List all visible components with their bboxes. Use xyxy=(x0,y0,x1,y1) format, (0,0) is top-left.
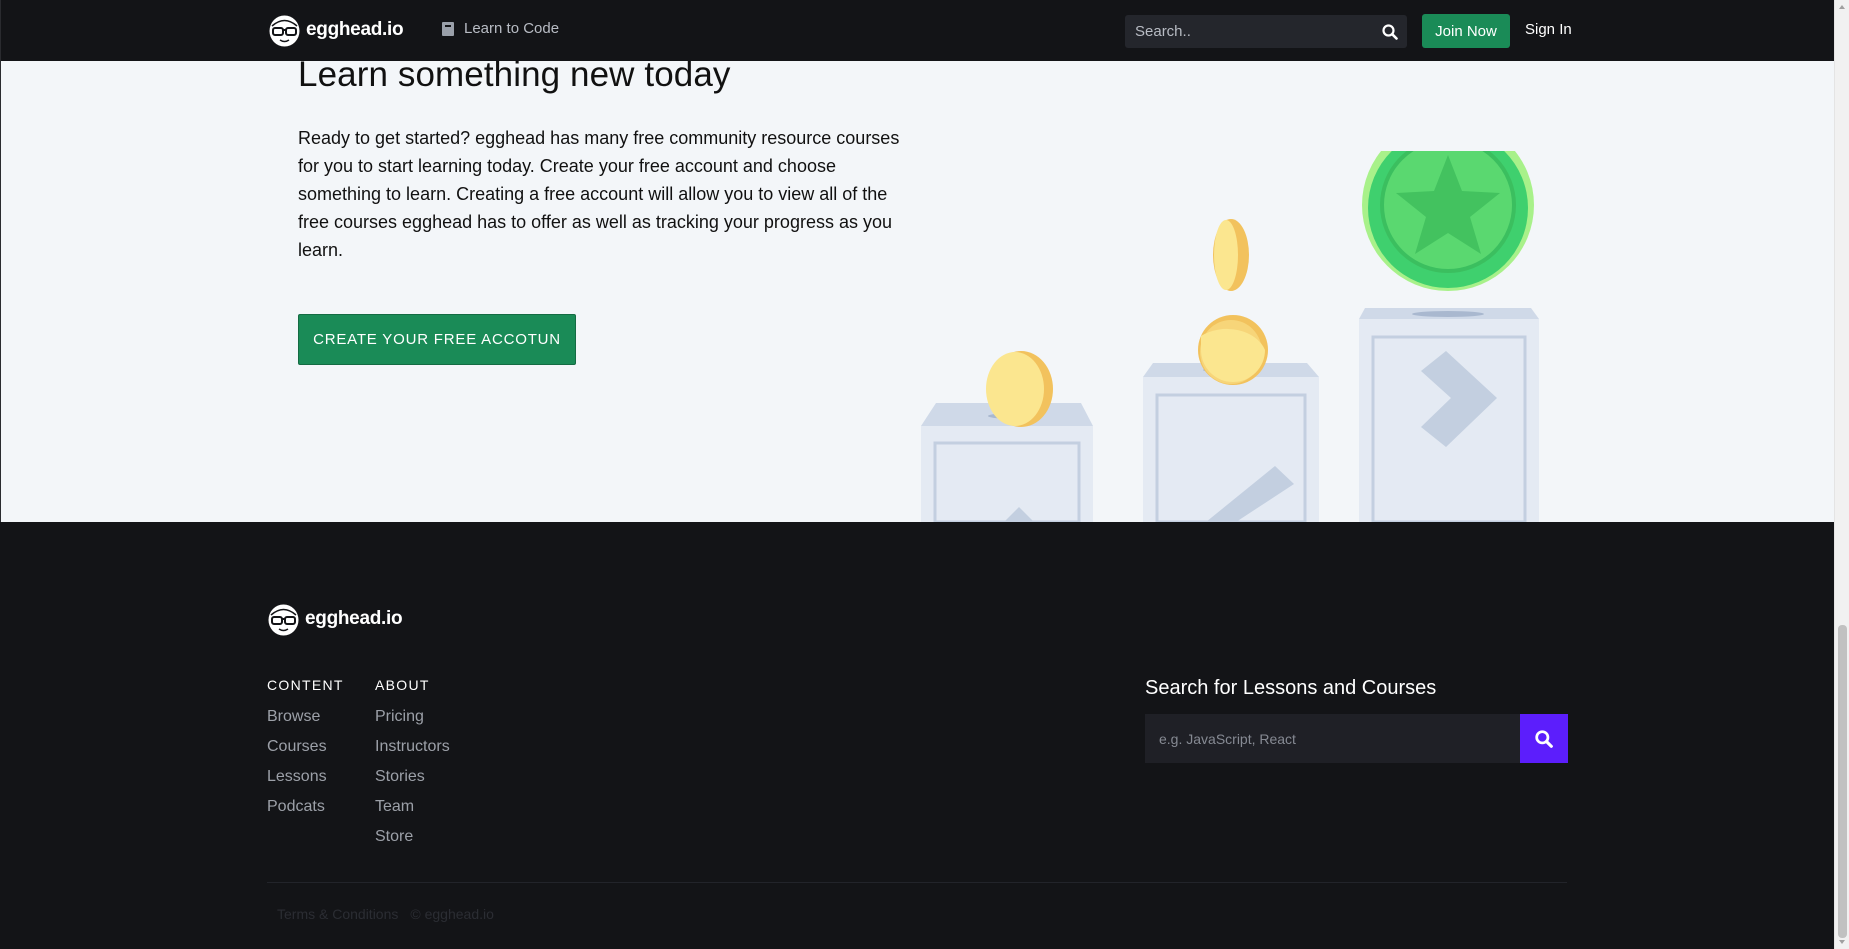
scroll-up-arrow-icon[interactable] xyxy=(1839,5,1845,9)
footer-logo[interactable]: egghead.io xyxy=(267,602,403,636)
footer-link-team[interactable]: Team xyxy=(375,798,450,828)
egghead-logo-icon xyxy=(269,15,300,47)
logo-text: egghead.io xyxy=(306,19,404,40)
footer-search-input[interactable] xyxy=(1145,714,1520,763)
coin-left xyxy=(986,351,1053,427)
top-navigation-bar: egghead.io Learn to Code Join Now Sign I… xyxy=(0,0,1834,61)
content-links: Browse Courses Lessons Podcats xyxy=(267,708,327,828)
about-links: Pricing Instructors Stories Team Store xyxy=(375,708,450,858)
scroll-down-arrow-icon[interactable] xyxy=(1839,940,1845,944)
header-search-input[interactable] xyxy=(1125,15,1365,48)
header-logo[interactable]: egghead.io xyxy=(268,13,404,47)
header-search xyxy=(1125,15,1407,48)
footer-link-browse[interactable]: Browse xyxy=(267,708,327,738)
footer-link-podcasts[interactable]: Podcats xyxy=(267,798,327,828)
footer-link-courses[interactable]: Courses xyxy=(267,738,327,768)
egghead-logo-icon xyxy=(268,604,299,636)
hero-description: Ready to get started? egghead has many f… xyxy=(298,128,900,260)
create-account-button[interactable]: CREATE YOUR FREE ACCOTUN xyxy=(298,314,576,365)
about-heading: ABOUT xyxy=(375,677,430,693)
scrollbar-thumb[interactable] xyxy=(1838,625,1847,938)
footer-link-store[interactable]: Store xyxy=(375,828,450,858)
footer-legal: Terms & Conditions © egghead.io xyxy=(277,906,494,922)
footer-search xyxy=(1145,714,1568,763)
learn-to-code-link[interactable]: Learn to Code xyxy=(442,20,559,37)
footer-link-stories[interactable]: Stories xyxy=(375,768,450,798)
join-now-button[interactable]: Join Now xyxy=(1422,14,1510,48)
header-search-button[interactable] xyxy=(1379,21,1401,43)
content-heading: CONTENT xyxy=(267,677,344,693)
footer-search-title: Search for Lessons and Courses xyxy=(1145,677,1437,699)
search-icon xyxy=(1382,24,1398,40)
star-medal xyxy=(1362,151,1534,291)
vertical-scrollbar[interactable] xyxy=(1834,0,1849,949)
sign-in-link[interactable]: Sign In xyxy=(1525,21,1572,38)
hero-section: Learn something new today Ready to get s… xyxy=(0,61,1834,522)
footer-link-lessons[interactable]: Lessons xyxy=(267,768,327,798)
footer-logo-text: egghead.io xyxy=(305,608,403,629)
book-icon xyxy=(442,21,454,36)
right-block xyxy=(1359,308,1539,522)
footer-search-button[interactable] xyxy=(1520,714,1568,763)
footer-link-pricing[interactable]: Pricing xyxy=(375,708,450,738)
coin-tilted xyxy=(1213,219,1249,291)
hero-title: Learn something new today xyxy=(298,61,731,94)
middle-block xyxy=(1143,363,1319,522)
copyright-text: © egghead.io xyxy=(410,906,494,922)
footer-divider xyxy=(267,882,1567,883)
site-footer: egghead.io CONTENT Browse Courses Lesson… xyxy=(0,522,1834,949)
coins-and-blocks-illustration xyxy=(921,151,1539,522)
terms-link[interactable]: Terms & Conditions xyxy=(277,906,398,922)
coin-middle xyxy=(1198,315,1268,385)
learn-to-code-label: Learn to Code xyxy=(464,20,560,37)
footer-link-instructors[interactable]: Instructors xyxy=(375,738,450,768)
search-icon xyxy=(1535,729,1553,748)
